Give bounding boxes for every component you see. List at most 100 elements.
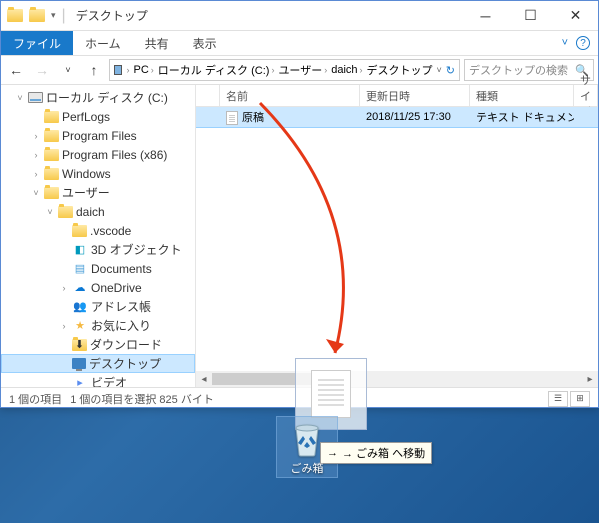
address-dropdown-icon[interactable]: ˅ bbox=[437, 65, 442, 75]
file-row[interactable]: 原稿2018/11/25 17:30テキスト ドキュメント bbox=[196, 107, 598, 127]
document-icon bbox=[226, 111, 238, 125]
help-icon[interactable]: ? bbox=[576, 36, 590, 50]
document-icon bbox=[311, 370, 351, 418]
tree-item[interactable]: ›Program Files bbox=[1, 126, 195, 145]
ribbon-tabs: ファイル ホーム 共有 表示 ˅ ? bbox=[1, 31, 598, 55]
expand-icon[interactable]: › bbox=[31, 131, 41, 141]
tree-item-label: OneDrive bbox=[91, 281, 142, 295]
close-button[interactable]: ✕ bbox=[553, 1, 598, 30]
tree-item-label: Documents bbox=[91, 262, 152, 276]
tree-item[interactable]: › Windows bbox=[1, 164, 195, 183]
tree-item-label: ローカル ディスク (C:) bbox=[46, 89, 168, 106]
folder-icon bbox=[44, 168, 59, 180]
tree-item[interactable]: PerfLogs bbox=[1, 107, 195, 126]
expand-icon[interactable]: › bbox=[31, 169, 41, 179]
search-input[interactable]: デスクトップの検索 🔍 bbox=[464, 59, 594, 81]
forward-button[interactable]: → bbox=[31, 59, 53, 81]
tree-item-label: ビデオ bbox=[91, 374, 127, 387]
tree-item[interactable]: ›☁OneDrive bbox=[1, 278, 195, 297]
col-name[interactable]: 名前 bbox=[220, 85, 360, 106]
expand-icon[interactable]: ˅ bbox=[45, 207, 55, 217]
threed-icon: ◧ bbox=[72, 242, 88, 258]
view-details-button[interactable]: ☰ bbox=[548, 391, 568, 407]
qat-folder-icon[interactable] bbox=[29, 9, 45, 22]
ribbon-expand-icon[interactable]: ˅ bbox=[562, 37, 568, 49]
crumb-users[interactable]: ユーザー› bbox=[278, 62, 327, 78]
up-button[interactable]: ↑ bbox=[83, 59, 105, 81]
refresh-icon[interactable]: ↻ bbox=[446, 64, 455, 77]
pc-icon bbox=[114, 65, 122, 75]
crumb-sep[interactable]: › bbox=[126, 65, 129, 75]
expand-icon[interactable]: › bbox=[59, 321, 69, 331]
view-icons-button[interactable]: ⊞ bbox=[570, 391, 590, 407]
tab-view[interactable]: 表示 bbox=[181, 31, 229, 55]
titlebar[interactable]: ▾ | デスクトップ ─ ☐ ✕ bbox=[1, 1, 598, 31]
tree-item-label: Windows bbox=[62, 167, 111, 181]
tree-item-label: .vscode bbox=[90, 224, 131, 238]
tree-item[interactable]: ◧3D オブジェクト bbox=[1, 240, 195, 259]
folder-icon bbox=[44, 149, 59, 161]
tree-item[interactable]: › Program Files (x86) bbox=[1, 145, 195, 164]
move-arrow-icon: → bbox=[327, 447, 338, 459]
tab-home[interactable]: ホーム bbox=[73, 31, 133, 55]
crumb-drive[interactable]: ローカル ディスク (C:)› bbox=[158, 62, 275, 78]
folder-icon bbox=[44, 187, 59, 199]
tree-item[interactable]: デスクトップ bbox=[1, 354, 195, 373]
tree-item-label: デスクトップ bbox=[89, 355, 161, 372]
col-size[interactable]: サイズ bbox=[574, 85, 598, 106]
tree-item[interactable]: 👥アドレス帳 bbox=[1, 297, 195, 316]
tree-item[interactable]: ⬇ダウンロード bbox=[1, 335, 195, 354]
column-headers[interactable]: 名前 更新日時 種類 サイズ bbox=[196, 85, 598, 107]
explorer-window: ▾ | デスクトップ ─ ☐ ✕ ファイル ホーム 共有 表示 ˅ ? ← → … bbox=[0, 0, 599, 408]
tree-item[interactable]: ˅ ローカル ディスク (C:) bbox=[1, 88, 195, 107]
tree-item-label: 3D オブジェクト bbox=[91, 241, 182, 258]
back-button[interactable]: ← bbox=[5, 59, 27, 81]
scroll-left-icon[interactable]: ◂ bbox=[196, 371, 212, 387]
crumb-desktop[interactable]: デスクトップ bbox=[367, 62, 433, 78]
folder-icon bbox=[72, 225, 87, 237]
minimize-button[interactable]: ─ bbox=[463, 1, 508, 30]
star-icon: ★ bbox=[72, 318, 88, 334]
tree-item[interactable]: ▸ビデオ bbox=[1, 373, 195, 387]
folder-icon bbox=[44, 111, 59, 123]
horizontal-scrollbar[interactable]: ◂ ▸ bbox=[196, 371, 598, 387]
search-placeholder: デスクトップの検索 bbox=[469, 62, 568, 78]
file-date: 2018/11/25 17:30 bbox=[360, 111, 470, 123]
tree-item[interactable]: ˅ ユーザー bbox=[1, 183, 195, 202]
expand-icon[interactable]: ˅ bbox=[15, 93, 25, 103]
tree-item[interactable]: .vscode bbox=[1, 221, 195, 240]
recent-dropdown[interactable]: ˅ bbox=[57, 59, 79, 81]
crumb-pc[interactable]: PC› bbox=[133, 64, 153, 76]
tab-file[interactable]: ファイル bbox=[1, 31, 73, 55]
folder-icon: ⬇ bbox=[72, 339, 87, 351]
recycle-bin-label: ごみ箱 bbox=[278, 460, 336, 476]
col-type[interactable]: 種類 bbox=[470, 85, 574, 106]
tree-item-label: ユーザー bbox=[62, 184, 110, 201]
expand-icon[interactable]: ˅ bbox=[31, 188, 41, 198]
folder-icon bbox=[44, 130, 59, 142]
expand-icon[interactable]: › bbox=[31, 150, 41, 160]
maximize-button[interactable]: ☐ bbox=[508, 1, 553, 30]
scroll-right-icon[interactable]: ▸ bbox=[582, 371, 598, 387]
tree-item-label: daich bbox=[76, 205, 105, 219]
tree-item[interactable]: ˅ daich bbox=[1, 202, 195, 221]
expand-icon[interactable]: › bbox=[59, 283, 69, 293]
desktop-icon bbox=[72, 358, 86, 369]
folder-tree[interactable]: ˅ローカル ディスク (C:)PerfLogs›Program Files›Pr… bbox=[1, 85, 196, 387]
qat-dropdown-icon[interactable]: ▾ bbox=[51, 10, 56, 21]
folder-icon bbox=[58, 206, 73, 218]
file-list[interactable]: 原稿2018/11/25 17:30テキスト ドキュメント bbox=[196, 107, 598, 371]
tab-share[interactable]: 共有 bbox=[133, 31, 181, 55]
tree-item-label: Program Files (x86) bbox=[62, 148, 167, 162]
crumb-daich[interactable]: daich› bbox=[331, 64, 362, 76]
tree-item[interactable]: ▤Documents bbox=[1, 259, 195, 278]
drag-tooltip: → → ごみ箱 へ移動 bbox=[320, 442, 432, 464]
file-name: 原稿 bbox=[220, 109, 360, 125]
contact-icon: 👥 bbox=[72, 299, 88, 315]
tree-item-label: PerfLogs bbox=[62, 110, 110, 124]
doc-icon: ▤ bbox=[72, 261, 88, 277]
tree-item[interactable]: ›★お気に入り bbox=[1, 316, 195, 335]
status-selection: 1 個の項目を選択 825 バイト bbox=[70, 391, 214, 407]
col-date[interactable]: 更新日時 bbox=[360, 85, 470, 106]
address-bar[interactable]: › PC› ローカル ディスク (C:)› ユーザー› daich› デスクトッ… bbox=[109, 59, 460, 81]
